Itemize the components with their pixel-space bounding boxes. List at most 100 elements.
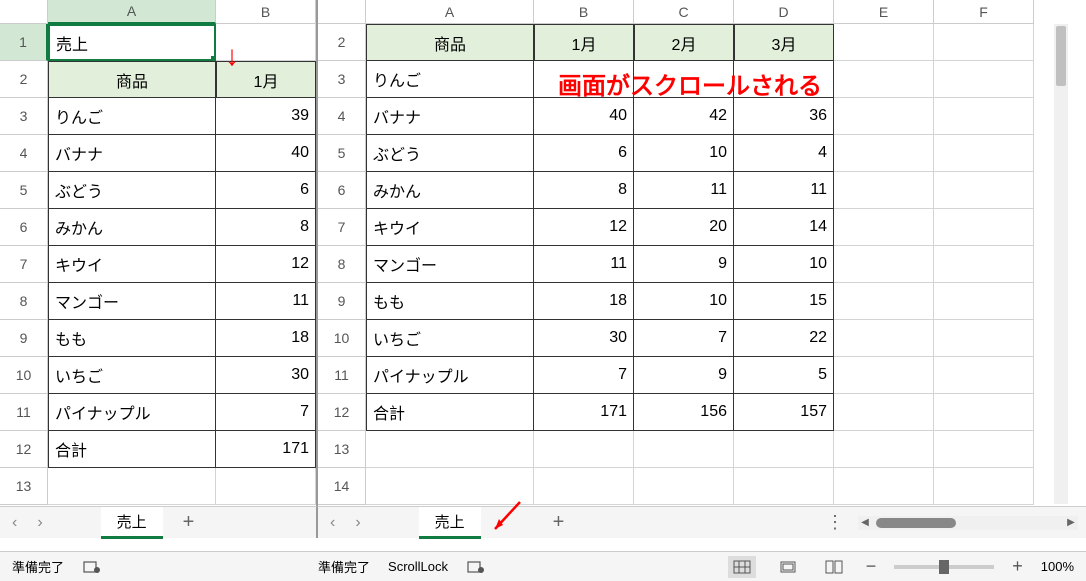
tab-next-button[interactable]: › [33,514,46,532]
cell[interactable]: 4 [734,135,834,172]
cell[interactable]: マンゴー [366,246,534,283]
cell[interactable]: 171 [216,431,316,468]
cell[interactable] [834,283,934,320]
cell[interactable] [634,61,734,98]
cell[interactable] [834,209,934,246]
col-header-E[interactable]: E [834,0,934,24]
cell[interactable]: いちご [366,320,534,357]
cell[interactable] [834,320,934,357]
cell[interactable]: 5 [734,357,834,394]
cell[interactable] [934,172,1034,209]
cell[interactable] [834,24,934,61]
row-header[interactable]: 1 [0,24,48,61]
cell[interactable] [834,172,934,209]
select-all-corner[interactable] [318,0,366,24]
cell[interactable] [734,61,834,98]
cell[interactable]: バナナ [48,135,216,172]
cell[interactable] [834,135,934,172]
cell[interactable] [634,468,734,505]
cell[interactable] [934,283,1034,320]
cell[interactable] [534,431,634,468]
cell[interactable]: 10 [634,135,734,172]
row-header[interactable]: 6 [318,172,366,209]
macro-record-icon[interactable] [466,558,486,576]
zoom-thumb[interactable] [939,560,949,574]
horizontal-scrollbar[interactable]: ◀ ▶ [858,516,1078,530]
cell[interactable]: 156 [634,394,734,431]
row-header[interactable]: 7 [318,209,366,246]
row-header[interactable]: 7 [0,246,48,283]
tab-prev-button[interactable]: ‹ [326,514,339,532]
cell[interactable]: 7 [634,320,734,357]
cell[interactable]: マンゴー [48,283,216,320]
cell[interactable] [734,468,834,505]
row-header[interactable]: 5 [318,135,366,172]
cell[interactable]: みかん [48,209,216,246]
cell[interactable]: 6 [216,172,316,209]
row-header[interactable]: 8 [0,283,48,320]
col-header-C[interactable]: C [634,0,734,24]
cell[interactable] [734,431,834,468]
cell[interactable] [934,135,1034,172]
col-header-B[interactable]: B [534,0,634,24]
zoom-in-button[interactable]: + [1012,556,1023,577]
cell[interactable] [834,61,934,98]
cell[interactable]: みかん [366,172,534,209]
cell[interactable] [934,246,1034,283]
cell[interactable]: 40 [534,98,634,135]
cell[interactable] [534,468,634,505]
zoom-slider[interactable] [894,565,994,569]
cell[interactable] [834,431,934,468]
col-header-D[interactable]: D [734,0,834,24]
cell[interactable]: ぶどう [48,172,216,209]
cell[interactable]: 12 [216,246,316,283]
cell[interactable]: 8 [216,209,316,246]
cell[interactable]: 30 [534,320,634,357]
cell[interactable]: 8 [534,172,634,209]
row-header[interactable]: 13 [318,431,366,468]
row-header[interactable]: 4 [0,135,48,172]
cell-B1[interactable] [216,24,316,61]
cell[interactable]: バナナ [366,98,534,135]
cell[interactable]: 9 [634,357,734,394]
cell[interactable]: キウイ [48,246,216,283]
cell-header[interactable]: 1月 [534,24,634,61]
cell[interactable] [934,357,1034,394]
row-header[interactable]: 3 [0,98,48,135]
cell[interactable] [934,431,1034,468]
cell[interactable] [834,394,934,431]
cell[interactable]: パイナップル [48,394,216,431]
page-break-view-button[interactable] [820,556,848,578]
cell[interactable] [934,61,1034,98]
cell[interactable]: 合計 [366,394,534,431]
col-header-B[interactable]: B [216,0,316,24]
add-sheet-button[interactable]: + [175,511,203,534]
cell[interactable]: 10 [634,283,734,320]
cell-header[interactable]: 2月 [634,24,734,61]
cell[interactable] [934,98,1034,135]
cell[interactable]: いちご [48,357,216,394]
scrollbar-thumb[interactable] [876,518,956,528]
cell[interactable]: 12 [534,209,634,246]
cell[interactable]: 14 [734,209,834,246]
cell[interactable]: りんご [366,61,534,98]
cell[interactable] [834,357,934,394]
cell[interactable]: ぶどう [366,135,534,172]
cell[interactable] [834,246,934,283]
cell[interactable] [534,61,634,98]
row-header[interactable]: 2 [0,61,48,98]
cell[interactable] [48,468,216,505]
cell[interactable] [934,468,1034,505]
cell[interactable]: 11 [216,283,316,320]
cell[interactable]: りんご [48,98,216,135]
cell[interactable]: 10 [734,246,834,283]
cell-header[interactable]: 1月 [216,61,316,98]
cell[interactable] [934,24,1034,61]
cell[interactable]: 157 [734,394,834,431]
row-header[interactable]: 11 [0,394,48,431]
row-header[interactable]: 12 [0,431,48,468]
cell[interactable]: 20 [634,209,734,246]
cell-header[interactable]: 商品 [366,24,534,61]
cell[interactable]: 15 [734,283,834,320]
row-header[interactable]: 9 [0,320,48,357]
